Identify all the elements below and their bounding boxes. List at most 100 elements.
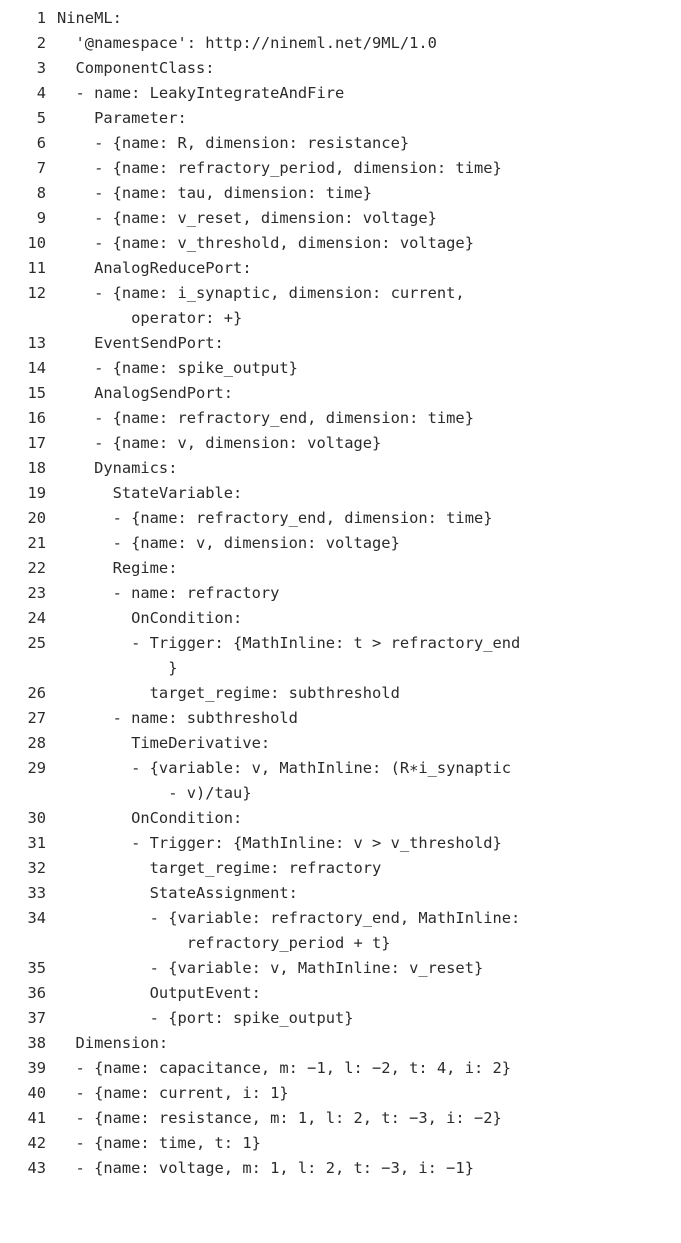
code-line-text: AnalogSendPort: bbox=[57, 384, 234, 402]
code-line-text: - {variable: v, MathInline: v_reset} bbox=[57, 959, 484, 977]
code-line-text: OnCondition: bbox=[57, 809, 243, 827]
line-number: 14 bbox=[27, 359, 46, 377]
code-line-text: Dynamics: bbox=[57, 459, 178, 477]
line-number: 8 bbox=[36, 184, 46, 202]
line-number: 4 bbox=[36, 84, 46, 102]
line-number: 43 bbox=[27, 1159, 46, 1177]
code-line: 3 ComponentClass: bbox=[0, 56, 681, 81]
line-number: 34 bbox=[27, 909, 46, 927]
code-line: 41 - {name: resistance, m: 1, l: 2, t: −… bbox=[0, 1106, 681, 1131]
code-line-text: - name: subthreshold bbox=[57, 709, 298, 727]
code-line: 26 target_regime: subthreshold bbox=[0, 681, 681, 706]
code-line-text: OnCondition: bbox=[57, 609, 243, 627]
code-line-text: - name: LeakyIntegrateAndFire bbox=[57, 84, 345, 102]
code-line-continuation: } bbox=[0, 656, 681, 681]
code-line-text: - Trigger: {MathInline: v > v_threshold} bbox=[57, 834, 502, 852]
code-line: 19 StateVariable: bbox=[0, 481, 681, 506]
code-line: 35 - {variable: v, MathInline: v_reset} bbox=[0, 956, 681, 981]
code-line-text: Dimension: bbox=[57, 1034, 169, 1052]
code-line-text: target_regime: subthreshold bbox=[57, 684, 400, 702]
line-number: 23 bbox=[27, 584, 46, 602]
code-line: 7 - {name: refractory_period, dimension:… bbox=[0, 156, 681, 181]
code-line-continuation: refractory_period + t} bbox=[0, 931, 681, 956]
code-line-continuation: operator: +} bbox=[0, 306, 681, 331]
code-line: 25 - Trigger: {MathInline: t > refractor… bbox=[0, 631, 681, 656]
line-number: 20 bbox=[27, 509, 46, 527]
code-line: 15 AnalogSendPort: bbox=[0, 381, 681, 406]
code-line: 12 - {name: i_synaptic, dimension: curre… bbox=[0, 281, 681, 306]
code-line: 13 EventSendPort: bbox=[0, 331, 681, 356]
line-number: 36 bbox=[27, 984, 46, 1002]
code-line-text: - {name: resistance, m: 1, l: 2, t: −3, … bbox=[57, 1109, 502, 1127]
code-line-text: - {name: v, dimension: voltage} bbox=[57, 434, 382, 452]
line-number: 41 bbox=[27, 1109, 46, 1127]
line-number: 39 bbox=[27, 1059, 46, 1077]
code-line-text: - {name: tau, dimension: time} bbox=[57, 184, 373, 202]
code-line-text: - {name: v_threshold, dimension: voltage… bbox=[57, 234, 474, 252]
code-line: 42 - {name: time, t: 1} bbox=[0, 1131, 681, 1156]
code-line-continuation: - v)/tau} bbox=[0, 781, 681, 806]
line-number: 11 bbox=[27, 259, 46, 277]
code-line-continuation-text: refractory_period + t} bbox=[57, 934, 391, 952]
code-line-text: NineML: bbox=[57, 9, 122, 27]
code-line-text: OutputEvent: bbox=[57, 984, 261, 1002]
line-number: 22 bbox=[27, 559, 46, 577]
line-number: 30 bbox=[27, 809, 46, 827]
code-line-text: target_regime: refractory bbox=[57, 859, 382, 877]
code-line: 23 - name: refractory bbox=[0, 581, 681, 606]
code-line-text: - {name: R, dimension: resistance} bbox=[57, 134, 410, 152]
code-line: 20 - {name: refractory_end, dimension: t… bbox=[0, 506, 681, 531]
code-line: 8 - {name: tau, dimension: time} bbox=[0, 181, 681, 206]
code-line: 38 Dimension: bbox=[0, 1031, 681, 1056]
code-line: 39 - {name: capacitance, m: −1, l: −2, t… bbox=[0, 1056, 681, 1081]
code-line-text: Parameter: bbox=[57, 109, 187, 127]
code-line: 21 - {name: v, dimension: voltage} bbox=[0, 531, 681, 556]
line-number: 3 bbox=[36, 59, 46, 77]
code-line: 4 - name: LeakyIntegrateAndFire bbox=[0, 81, 681, 106]
code-line: 9 - {name: v_reset, dimension: voltage} bbox=[0, 206, 681, 231]
code-line: 31 - Trigger: {MathInline: v > v_thresho… bbox=[0, 831, 681, 856]
code-line-continuation-text: operator: +} bbox=[57, 309, 243, 327]
code-line-text: - {name: voltage, m: 1, l: 2, t: −3, i: … bbox=[57, 1159, 474, 1177]
code-line: 43 - {name: voltage, m: 1, l: 2, t: −3, … bbox=[0, 1156, 681, 1181]
code-line: 33 StateAssignment: bbox=[0, 881, 681, 906]
code-line-text: - {variable: v, MathInline: (R∗i_synapti… bbox=[57, 759, 512, 777]
line-number: 1 bbox=[36, 9, 46, 27]
code-line-text: - {name: v_reset, dimension: voltage} bbox=[57, 209, 437, 227]
code-line: 27 - name: subthreshold bbox=[0, 706, 681, 731]
line-number: 37 bbox=[27, 1009, 46, 1027]
line-number: 5 bbox=[36, 109, 46, 127]
code-line-text: - {port: spike_output} bbox=[57, 1009, 354, 1027]
line-number: 7 bbox=[36, 159, 46, 177]
code-line-text: '@namespace': http://nineml.net/9ML/1.0 bbox=[57, 34, 437, 52]
line-number: 10 bbox=[27, 234, 46, 252]
line-number: 9 bbox=[36, 209, 46, 227]
code-line: 37 - {port: spike_output} bbox=[0, 1006, 681, 1031]
code-line-text: AnalogReducePort: bbox=[57, 259, 252, 277]
code-line-continuation-text: - v)/tau} bbox=[57, 784, 252, 802]
code-line-text: - {variable: refractory_end, MathInline: bbox=[57, 909, 521, 927]
code-listing: 1 NineML: 2 '@namespace': http://nineml.ne… bbox=[0, 0, 681, 1181]
line-number: 17 bbox=[27, 434, 46, 452]
code-line-text: - {name: spike_output} bbox=[57, 359, 298, 377]
code-line: 29 - {variable: v, MathInline: (R∗i_syna… bbox=[0, 756, 681, 781]
code-line: 2 '@namespace': http://nineml.net/9ML/1.… bbox=[0, 31, 681, 56]
line-number: 6 bbox=[36, 134, 46, 152]
code-line: 17 - {name: v, dimension: voltage} bbox=[0, 431, 681, 456]
line-number: 32 bbox=[27, 859, 46, 877]
code-line: 32 target_regime: refractory bbox=[0, 856, 681, 881]
code-line: 11 AnalogReducePort: bbox=[0, 256, 681, 281]
code-line-text: - {name: time, t: 1} bbox=[57, 1134, 261, 1152]
line-number: 2 bbox=[36, 34, 46, 52]
line-number: 13 bbox=[27, 334, 46, 352]
code-line: 36 OutputEvent: bbox=[0, 981, 681, 1006]
code-line: 14 - {name: spike_output} bbox=[0, 356, 681, 381]
code-line: 40 - {name: current, i: 1} bbox=[0, 1081, 681, 1106]
line-number: 16 bbox=[27, 409, 46, 427]
code-line-continuation-text: } bbox=[57, 659, 178, 677]
line-number: 15 bbox=[27, 384, 46, 402]
line-number: 24 bbox=[27, 609, 46, 627]
line-number: 42 bbox=[27, 1134, 46, 1152]
code-line: 22 Regime: bbox=[0, 556, 681, 581]
code-line: 5 Parameter: bbox=[0, 106, 681, 131]
